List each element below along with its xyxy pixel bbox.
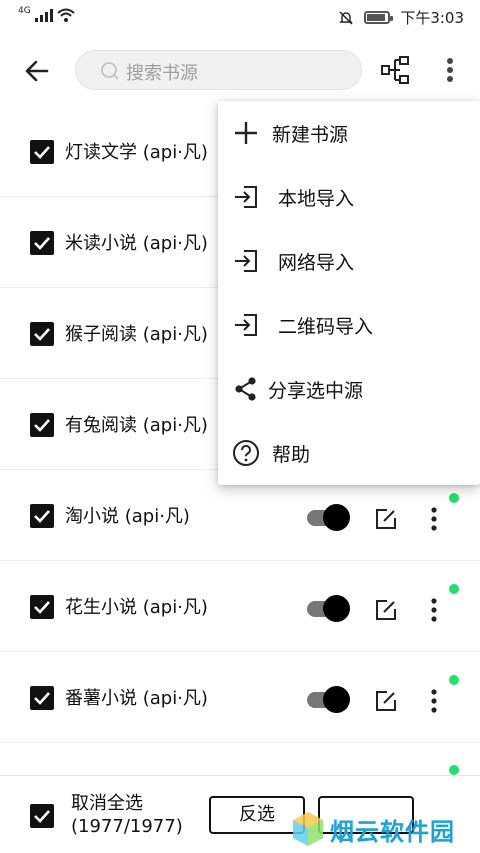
source-name: 花生小说 (api·凡) — [65, 597, 208, 618]
menu-item-network-import[interactable]: 网络导入 — [218, 229, 480, 293]
source-name: 米读小说 (api·凡) — [65, 233, 208, 254]
overflow-menu: 新建书源 本地导入 网络导入 二维码导入 分享选中源 帮助 — [218, 101, 480, 485]
deselect-all-label: 取消全选 — [71, 793, 143, 814]
enable-switch[interactable] — [307, 504, 351, 531]
status-right: 下午3:03 — [338, 7, 464, 28]
row-checkbox[interactable] — [30, 231, 54, 255]
watermark: 烟云软件园 — [288, 806, 480, 853]
menu-item-label: 分享选中源 — [268, 380, 364, 402]
source-name: 有兔阅读 (api·凡) — [65, 415, 208, 436]
source-name: 番薯小说 (api·凡) — [65, 688, 208, 709]
clock: 下午3:03 — [400, 9, 464, 27]
check-icon — [34, 146, 50, 159]
edit-button[interactable] — [374, 598, 398, 622]
help-icon — [233, 440, 259, 466]
toolbar: 搜索书源 — [0, 34, 480, 106]
selection-summary[interactable]: 取消全选 (1977/1977) — [71, 792, 183, 838]
check-icon — [34, 419, 50, 432]
menu-item-qrcode-import[interactable]: 二维码导入 — [218, 293, 480, 357]
check-icon — [34, 510, 50, 523]
select-all-checkbox[interactable] — [30, 804, 54, 828]
status-bar: 4G 下午3:03 — [0, 0, 480, 34]
more-vert-icon — [431, 507, 437, 531]
row-more-button[interactable] — [424, 596, 444, 624]
status-dot — [449, 493, 459, 503]
back-button[interactable] — [18, 52, 56, 90]
more-vert-icon — [431, 689, 437, 713]
menu-item-new-source[interactable]: 新建书源 — [218, 101, 480, 165]
list-item[interactable]: 番薯小说 (api·凡) — [0, 653, 480, 743]
enable-switch[interactable] — [307, 686, 351, 713]
bell-muted-icon — [339, 11, 354, 24]
row-checkbox[interactable] — [30, 504, 54, 528]
row-checkbox[interactable] — [30, 140, 54, 164]
status-dot — [449, 675, 459, 685]
import-icon — [235, 186, 257, 208]
watermark-text: 烟云软件园 — [330, 818, 455, 846]
battery-icon — [364, 11, 394, 24]
status-dot — [449, 765, 459, 775]
import-icon — [235, 250, 257, 272]
menu-item-label: 网络导入 — [278, 252, 355, 274]
import-icon — [235, 314, 257, 336]
row-checkbox[interactable] — [30, 322, 54, 346]
edit-button[interactable] — [374, 507, 398, 531]
row-checkbox[interactable] — [30, 595, 54, 619]
check-icon — [34, 237, 50, 250]
search-input[interactable]: 搜索书源 — [75, 50, 362, 90]
check-icon — [34, 601, 50, 614]
status-dot — [449, 584, 459, 594]
search-icon — [101, 62, 119, 80]
edit-icon — [376, 509, 396, 529]
source-name: 猴子阅读 (api·凡) — [65, 324, 208, 345]
share-icon — [235, 377, 256, 401]
edit-button[interactable] — [374, 689, 398, 713]
row-checkbox[interactable] — [30, 413, 54, 437]
menu-item-label: 本地导入 — [278, 188, 355, 210]
row-more-button[interactable] — [424, 687, 444, 715]
selection-count: (1977/1977) — [71, 816, 183, 837]
network-type: 4G — [18, 6, 31, 16]
source-name: 淘小说 (api·凡) — [65, 506, 190, 527]
menu-item-label: 新建书源 — [272, 124, 349, 146]
menu-item-local-import[interactable]: 本地导入 — [218, 165, 480, 229]
row-checkbox[interactable] — [30, 686, 54, 710]
signal-icon — [34, 8, 53, 22]
more-options-button[interactable] — [440, 54, 460, 86]
plus-icon — [235, 122, 257, 144]
check-icon — [34, 692, 50, 705]
list-item[interactable]: 花生小说 (api·凡) — [0, 562, 480, 652]
arrow-left-icon — [25, 60, 49, 82]
search-placeholder: 搜索书源 — [126, 63, 198, 84]
edit-icon — [376, 691, 396, 711]
group-button[interactable] — [380, 54, 412, 86]
enable-switch[interactable] — [307, 595, 351, 622]
menu-item-label: 帮助 — [272, 444, 311, 466]
cube-logo-icon — [293, 812, 323, 846]
check-icon — [34, 810, 50, 823]
menu-item-share-selected[interactable]: 分享选中源 — [218, 357, 480, 421]
menu-item-label: 二维码导入 — [278, 316, 374, 338]
menu-item-help[interactable]: 帮助 — [218, 421, 480, 485]
more-vert-icon — [447, 58, 453, 82]
source-name: 灯读文学 (api·凡) — [65, 142, 208, 163]
row-more-button[interactable] — [424, 505, 444, 533]
wifi-icon — [57, 8, 75, 22]
edit-icon — [376, 600, 396, 620]
check-icon — [34, 328, 50, 341]
group-icon — [381, 56, 409, 84]
more-vert-icon — [431, 598, 437, 622]
status-left: 4G — [18, 6, 75, 22]
